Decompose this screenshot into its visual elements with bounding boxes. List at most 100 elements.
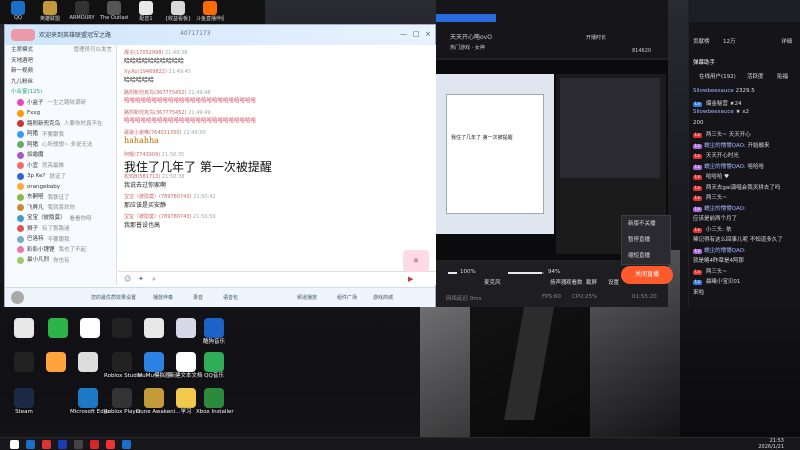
member-row[interactable]: 狮子 有了那路谜: [5, 224, 116, 235]
ctrl-settings[interactable]: 设置: [608, 278, 619, 286]
taskbar-app-icon[interactable]: [122, 440, 131, 449]
status-channel-play[interactable]: 频道播放: [297, 294, 317, 301]
desktop-icon[interactable]: [6, 352, 42, 373]
member-row[interactable]: 最小凡烈 你也有: [5, 255, 116, 266]
desktop-icon[interactable]: [40, 318, 76, 339]
member-row[interactable]: 巴洛特 不要跟我: [5, 234, 116, 245]
member-row[interactable]: 小宜 死亮最推: [5, 161, 116, 172]
desktop-icon[interactable]: Dune Awakeni...: [136, 388, 180, 416]
status-voice[interactable]: 您的最优质效果设置: [91, 294, 136, 301]
desktop-icon[interactable]: MuMu模拟器: [136, 352, 172, 380]
desktop-icon[interactable]: Xbox Installer: [196, 388, 234, 416]
menu-item-pause[interactable]: 暂停直播: [622, 232, 670, 248]
chat-input[interactable]: ☺ ✦ ⌕ ▶: [118, 271, 436, 285]
top-icon-file1[interactable]: 配音1: [132, 0, 160, 24]
desktop-icon[interactable]: 酷狗音乐: [196, 318, 232, 346]
danmaku-row[interactable]: Lv 两天去gai演唱会我灵拼去了吗: [693, 183, 799, 191]
desktop-icon[interactable]: QQ音乐: [196, 352, 232, 380]
status-accompany[interactable]: 播放伴奏: [153, 294, 173, 301]
ctrl-screenshot[interactable]: 截屏: [586, 278, 597, 286]
danmaku-row[interactable]: Lv 两三头~: [693, 267, 799, 275]
sidebar-channel[interactable]: 小合宴(125): [5, 87, 116, 98]
status-game-store[interactable]: 游戏商城: [373, 294, 393, 301]
desktop-icon[interactable]: Roblox Player: [104, 388, 141, 416]
search-icon[interactable]: ⌕: [152, 275, 156, 284]
member-row[interactable]: 宝宝（彼隐莫） 看看你呀: [5, 213, 116, 224]
desktop-icon[interactable]: [70, 352, 106, 373]
gift-icon[interactable]: ✦: [138, 275, 144, 283]
danmaku-row[interactable]: Lv 哈哈哈 ♥: [693, 172, 799, 180]
top-icon-armoury[interactable]: ARMOURY: [68, 0, 96, 24]
member-row[interactable]: 如霜魔: [5, 150, 116, 161]
desktop-icon[interactable]: [38, 352, 74, 373]
taskbar-app-icon[interactable]: [58, 440, 67, 449]
danmaku-row[interactable]: Lv 两三头~ 天天开心: [693, 130, 799, 138]
danmaku-row[interactable]: Lv 蠕尘的懵懵QAO: 开始融来: [693, 141, 799, 149]
member-row[interactable]: 阿猪 心所想想~ 多说无法: [5, 140, 116, 151]
close-live-button[interactable]: 关闭直播: [621, 266, 673, 284]
danmaku-row[interactable]: Silowbeesauce ★ x2: [693, 109, 799, 115]
desktop-icon[interactable]: [72, 318, 108, 339]
danmaku-row[interactable]: Lv 小三头: 依: [693, 225, 799, 233]
taskbar-app-icon[interactable]: [106, 440, 115, 449]
danmaku-row[interactable]: 就是略4昨章是4阿那: [693, 256, 799, 264]
menu-item-shorten[interactable]: 缩短直播: [622, 248, 670, 264]
danmaku-row[interactable]: Silowbeesauce 2329.5: [693, 88, 799, 94]
danmaku-row[interactable]: 来啦: [693, 288, 799, 296]
member-row[interactable]: 东嗣嗒 我铁证了: [5, 192, 116, 203]
danmaku-row[interactable]: 200: [693, 120, 799, 126]
ctrl-viewers[interactable]: 观看数: [566, 278, 583, 286]
mic-slider[interactable]: [448, 272, 457, 274]
member-row[interactable]: 阿猪 不要跟我: [5, 129, 116, 140]
member-row[interactable]: 小盒子 一生之路较调研: [5, 98, 116, 109]
desktop-icon[interactable]: Steam: [6, 388, 42, 416]
top-icon-outlast[interactable]: The Outlast: [100, 0, 128, 24]
sidebar-group-0[interactable]: 天地酒吧: [5, 56, 116, 67]
danmaku-row[interactable]: Lv 两三头~: [693, 193, 799, 201]
danmaku-row[interactable]: Lv 爆金秘营 ★24: [693, 99, 799, 107]
member-row[interactable]: orangebaby: [5, 182, 116, 193]
taskbar-app-icon[interactable]: [42, 440, 51, 449]
top-icon-file2[interactable]: {收益看板}: [164, 0, 192, 24]
desktop-icon[interactable]: [104, 318, 140, 339]
member-row[interactable]: 彩影小锂锂 我也了不起: [5, 245, 116, 256]
status-voicepack[interactable]: 语音包: [223, 294, 238, 301]
desktop-icon[interactable]: Roblox Studio: [104, 352, 142, 380]
send-icon[interactable]: ▶: [408, 275, 413, 283]
close-icon[interactable]: ×: [425, 30, 431, 38]
tab-detail[interactable]: 详细: [781, 37, 800, 45]
subtab-fortune[interactable]: 贴福: [777, 72, 800, 80]
taskbar-app-icon[interactable]: [10, 440, 19, 449]
desktop-icon[interactable]: [6, 318, 42, 339]
top-icon-qq[interactable]: QQ: [4, 0, 32, 24]
member-row[interactable]: Fxxg: [5, 108, 116, 119]
danmaku-row[interactable]: 稀记得有这么回事儿呢 不知道多久了: [693, 235, 799, 243]
maximize-icon[interactable]: □: [413, 30, 420, 38]
danmaku-row[interactable]: Lv 蠕尘的懵懵QAO: 哈哈哈: [693, 162, 799, 170]
promo-badge[interactable]: ✿: [403, 250, 429, 272]
status-plugin-square[interactable]: 组件广场: [337, 294, 357, 301]
danmaku-row[interactable]: Lv 蠕尘的懵懵QAO:: [693, 204, 799, 212]
minimize-icon[interactable]: —: [400, 30, 407, 38]
taskbar-app-icon[interactable]: [26, 440, 35, 449]
speaker-slider[interactable]: [508, 272, 544, 274]
sidebar-group-1[interactable]: 新一视频: [5, 66, 116, 77]
taskbar-app-icon[interactable]: [90, 440, 99, 449]
danmaku-row[interactable]: Lv 蠕尘的懵懵QAO:: [693, 246, 799, 254]
danmaku-row[interactable]: Lv 晨曦小宝贝01: [693, 277, 799, 285]
sidebar-group-2[interactable]: 九儿粉丝: [5, 77, 116, 88]
mode-select[interactable]: 主席模式: [11, 47, 33, 53]
member-row[interactable]: 3p Ke? 铁证了: [5, 171, 116, 182]
status-record[interactable]: 录音: [193, 294, 203, 301]
desktop-icon[interactable]: [136, 318, 172, 339]
user-avatar[interactable]: [11, 291, 24, 304]
danmaku-row[interactable]: 应该是前两个月了: [693, 214, 799, 222]
menu-item-no-close[interactable]: 新版不关播: [622, 216, 670, 232]
desktop-icon[interactable]: Microsoft Edge: [70, 388, 111, 416]
emoji-icon[interactable]: ☺: [124, 275, 131, 283]
taskbar-app-icon[interactable]: [74, 440, 83, 449]
top-icon-lol[interactable]: 英雄联盟: [36, 0, 64, 24]
danmaku-row[interactable]: Lv 天天开心时光: [693, 151, 799, 159]
top-icon-douyu[interactable]: 斗鱼直播伴侣: [196, 0, 224, 24]
member-row[interactable]: 路附新兜克鸟 人要你时真不在: [5, 119, 116, 130]
